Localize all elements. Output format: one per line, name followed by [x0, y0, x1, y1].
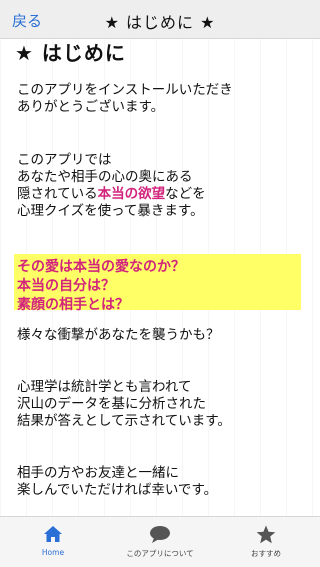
nav-about-app[interactable]: このアプリについて [107, 517, 213, 567]
nav-recommended[interactable]: おすすめ [213, 517, 319, 567]
paragraph-line: ありがとうございます。 [17, 99, 165, 115]
nav-home-label: Home [41, 548, 65, 557]
paragraph-line-suffix: などを [165, 186, 206, 202]
app-header: 戻る ★ はじめに ★ [0, 0, 320, 39]
paragraph-line: 心理学は統計学とも言われて [17, 379, 192, 395]
highlight-question-love: その愛は本当の愛なのか？ [17, 259, 185, 275]
paragraph-intro: このアプリでは あなたや相手の心の奥にある 隠されている本当の欲望などを 心理ク… [17, 152, 206, 220]
star-icon [256, 525, 276, 545]
emphasis-true-desire: 本当の欲望 [97, 186, 166, 202]
highlight-question-partner: 素顔の相手とは？ [17, 297, 129, 313]
bottom-navigation: Home このアプリについて おすすめ [0, 516, 320, 567]
nav-about-label: このアプリについて [126, 549, 194, 558]
content-heading: ★ はじめに [15, 41, 126, 65]
home-icon [43, 525, 63, 545]
paragraph-line: このアプリをインストールいただき [17, 82, 233, 98]
paragraph-line: このアプリでは [17, 152, 112, 168]
paragraph-line: 心理クイズを使って暴きます。 [17, 203, 204, 219]
paragraph-enjoy: 相手の方やお友達と一緒に 楽しんでいただければ幸いです。 [17, 465, 217, 499]
paragraph-psychology: 心理学は統計学とも言われて 沢山のデータを基に分析された 結果が答えとして示され… [17, 379, 231, 430]
paragraph-line: 結果が答えとして示されています。 [17, 413, 231, 429]
paragraph-thanks: このアプリをインストールいただき ありがとうございます。 [17, 82, 233, 116]
paragraph-line: あなたや相手の心の奥にある [17, 169, 193, 185]
paragraph-line-prefix: 隠されている [17, 186, 98, 202]
content-area[interactable]: ★ はじめに このアプリをインストールいただき ありがとうございます。 このアプ… [0, 39, 320, 516]
paragraph-line: 楽しんでいただければ幸いです。 [17, 482, 218, 498]
paragraph-shock: 様々な衝撃があなたを襲うかも？ [17, 327, 220, 343]
paragraph-line: 相手の方やお友達と一緒に [17, 465, 179, 481]
nav-home[interactable]: Home [0, 517, 106, 567]
page-title: ★ はじめに ★ [104, 13, 216, 32]
paragraph-line: 沢山のデータを基に分析された [17, 396, 206, 412]
nav-recommended-label: おすすめ [251, 549, 281, 558]
chat-bubble-icon [149, 525, 171, 545]
highlight-question-self: 本当の自分は？ [17, 278, 115, 294]
